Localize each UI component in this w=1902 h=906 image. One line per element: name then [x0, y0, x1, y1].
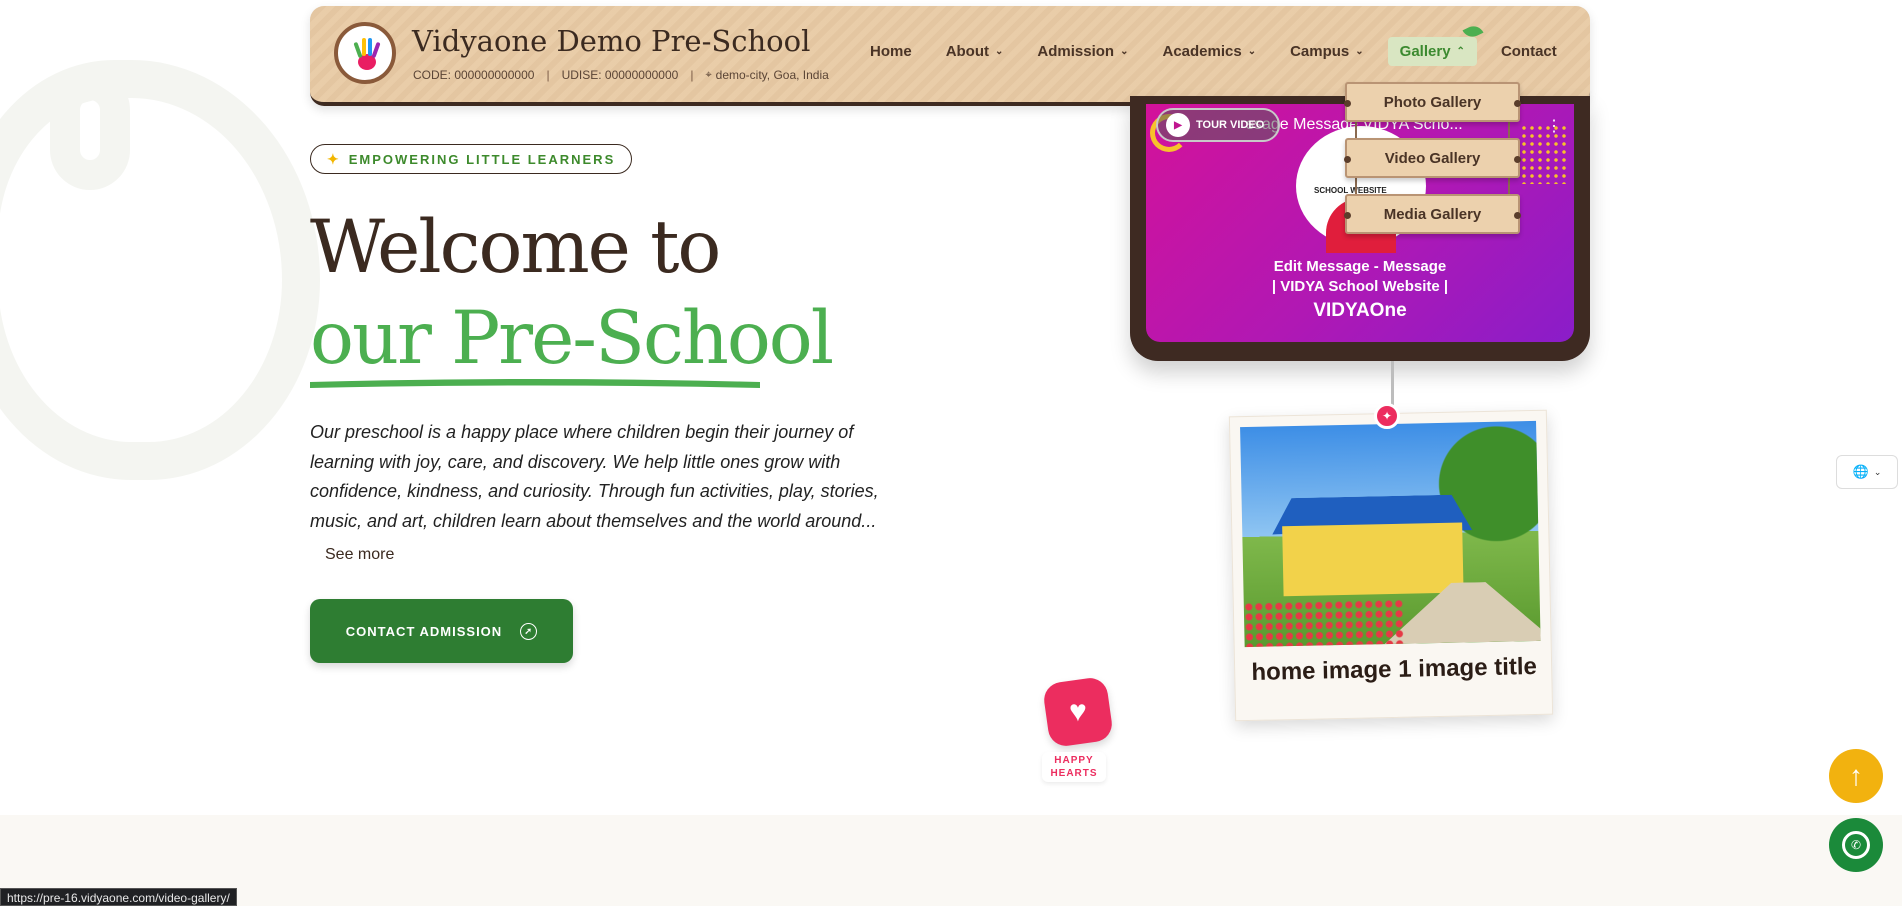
- school-code: CODE: 000000000000: [413, 68, 535, 82]
- happy-hearts-badge: ♥: [1041, 675, 1115, 749]
- photo-house: [1282, 522, 1464, 597]
- browser-status-url: https://pre-16.vidyaone.com/video-galler…: [0, 888, 237, 906]
- location-pin-icon: ⌖: [705, 68, 712, 81]
- video-caption-line1: Edit Message - Message: [1273, 258, 1447, 275]
- nav-admission-label: Admission: [1037, 42, 1115, 60]
- tour-video-button[interactable]: ▶ TOUR VIDEO: [1156, 108, 1281, 142]
- home-image-card[interactable]: home image 1 image title: [1228, 409, 1554, 722]
- contact-admission-button[interactable]: CONTACT ADMISSION ➚: [310, 599, 573, 663]
- nav-home-label: Home: [870, 42, 912, 60]
- school-udise: UDISE: 00000000000: [561, 68, 679, 82]
- background-decoration-top: [50, 70, 130, 190]
- video-caption-line2: | VIDYA School Website |: [1271, 278, 1449, 295]
- contact-admission-label: CONTACT ADMISSION: [345, 623, 503, 639]
- nav-home[interactable]: Home: [870, 37, 912, 66]
- school-location: demo-city, Goa, India: [715, 68, 829, 82]
- photo-flowers: [1243, 598, 1405, 648]
- confetti-decoration: [1520, 124, 1570, 184]
- nav-about[interactable]: About ⌄: [946, 37, 1004, 66]
- school-building-photo: [1240, 420, 1541, 648]
- hero-badge: ✦ EMPOWERING LITTLE LEARNERS: [310, 144, 633, 174]
- language-selector[interactable]: 🌐 ⌄: [1836, 455, 1898, 489]
- menu-item-video-gallery[interactable]: Video Gallery: [1344, 138, 1521, 178]
- chevron-down-icon: ⌄: [1355, 45, 1364, 57]
- nav-about-label: About: [945, 42, 990, 60]
- heart-icon: ♥: [1069, 695, 1087, 728]
- nav-campus-label: Campus: [1290, 42, 1350, 60]
- nav-academics-label: Academics: [1162, 42, 1242, 60]
- compass-icon: ➚: [520, 622, 538, 640]
- push-pin-icon: ✦: [1374, 403, 1400, 429]
- nav-gallery-label: Gallery: [1399, 42, 1451, 60]
- whatsapp-icon: ✆: [1842, 831, 1870, 859]
- scroll-to-top-button[interactable]: ↑: [1829, 749, 1883, 803]
- background-decoration: [0, 60, 320, 480]
- menu-item-photo-gallery[interactable]: Photo Gallery: [1344, 82, 1521, 122]
- school-meta: CODE: 000000000000 | UDISE: 00000000000 …: [413, 68, 829, 82]
- hero-description: Our preschool is a happy place where chi…: [310, 422, 879, 531]
- meta-separator: |: [546, 68, 550, 82]
- title-underline: [310, 379, 760, 388]
- chevron-up-icon: ⌃: [1456, 45, 1465, 57]
- nav-academics[interactable]: Academics ⌄: [1162, 37, 1256, 66]
- more-options-icon[interactable]: ⋮: [1546, 116, 1562, 136]
- chevron-down-icon: ⌄: [1247, 45, 1257, 57]
- chevron-down-icon: ⌄: [1873, 466, 1882, 477]
- main-nav: Home About ⌄ Admission ⌄ Academics ⌄ Campus…: [870, 36, 1557, 66]
- school-logo[interactable]: [334, 22, 396, 84]
- arrow-up-icon: ↑: [1849, 760, 1863, 791]
- chevron-down-icon: ⌄: [995, 45, 1004, 57]
- nav-gallery[interactable]: Gallery ⌃: [1387, 36, 1477, 66]
- play-icon: ▶: [1166, 113, 1190, 137]
- menu-item-media-gallery[interactable]: Media Gallery: [1344, 194, 1521, 234]
- meta-separator: |: [690, 68, 694, 82]
- home-image-caption: home image 1 image title: [1251, 652, 1538, 686]
- globe-icon: 🌐: [1852, 464, 1869, 479]
- nav-contact[interactable]: Contact: [1501, 37, 1557, 66]
- happy-hearts-label: HAPPY HEARTS: [1042, 752, 1106, 782]
- nav-contact-label: Contact: [1500, 42, 1557, 60]
- hero-badge-label: EMPOWERING LITTLE LEARNERS: [348, 151, 616, 167]
- nav-admission[interactable]: Admission ⌄: [1037, 37, 1128, 66]
- sparkle-icon: ✦: [327, 150, 341, 167]
- hero-title-line2: our Pre-School: [310, 296, 834, 381]
- hero-title-line1: Welcome to: [310, 205, 721, 290]
- hand-logo-icon: [353, 38, 381, 70]
- nav-campus[interactable]: Campus ⌄: [1290, 37, 1364, 66]
- see-more-link[interactable]: See more: [325, 546, 394, 564]
- school-name[interactable]: Vidyaone Demo Pre-School: [412, 24, 810, 58]
- chevron-down-icon: ⌄: [1120, 45, 1129, 57]
- tour-video-label: TOUR VIDEO: [1196, 119, 1265, 131]
- whatsapp-button[interactable]: ✆: [1829, 818, 1883, 872]
- next-section-band: [0, 815, 1902, 906]
- video-caption-line3: VIDYAOne: [1313, 300, 1407, 321]
